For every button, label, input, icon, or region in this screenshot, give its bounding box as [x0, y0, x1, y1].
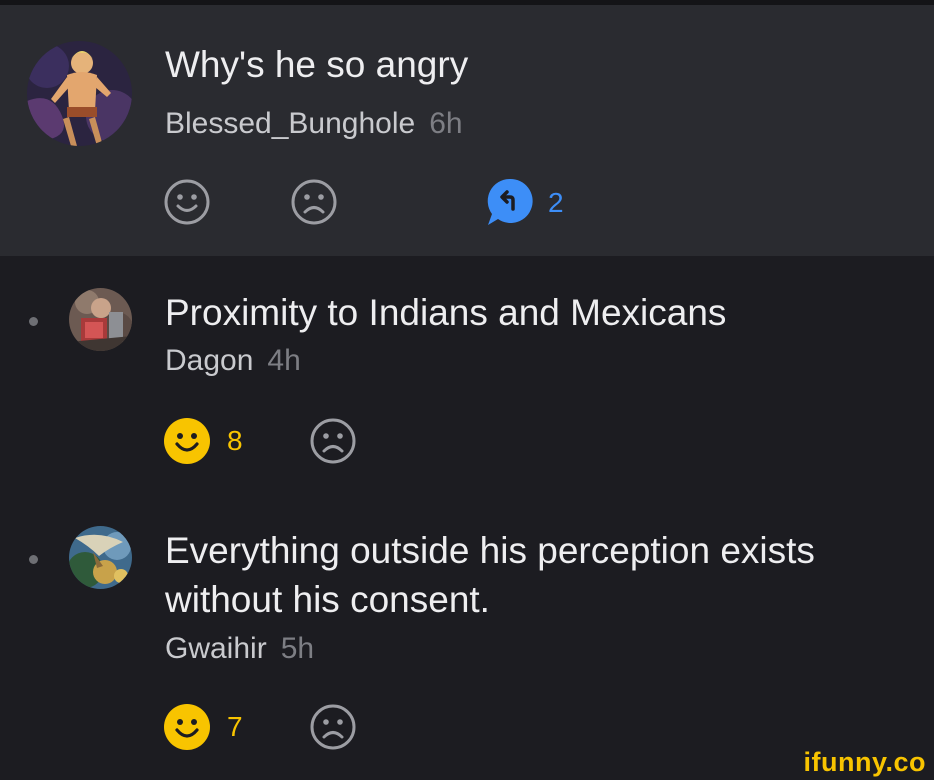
username[interactable]: Blessed_Bunghole: [165, 107, 415, 140]
timestamp: 5h: [280, 632, 315, 665]
timestamp: 6h: [429, 107, 463, 140]
parent-comment: Why's he so angry Blessed_Bunghole 6h 2: [0, 5, 934, 256]
unsmile-icon[interactable]: [309, 703, 357, 756]
username[interactable]: Gwaihir: [165, 632, 267, 665]
timestamp: 4h: [267, 344, 301, 377]
smile-count: 8: [227, 425, 243, 456]
comment-text: Proximity to Indians and Mexicans: [165, 292, 727, 333]
reply-bullet: [29, 555, 38, 564]
reply-count: 2: [548, 187, 564, 218]
watermark: ifunny.co: [803, 747, 926, 777]
smile-icon[interactable]: [163, 178, 211, 231]
comment-meta: Gwaihir 5h: [165, 631, 314, 667]
comment-meta: Dagon 4h: [165, 343, 301, 379]
smile-icon[interactable]: [163, 417, 211, 470]
comment-meta: Blessed_Bunghole 6h: [165, 106, 463, 142]
smile-icon[interactable]: [163, 703, 211, 756]
reply-bullet: [29, 317, 38, 326]
unsmile-icon[interactable]: [309, 417, 357, 470]
avatar[interactable]: [69, 526, 132, 589]
reply-icon[interactable]: [484, 176, 536, 233]
avatar[interactable]: [27, 41, 132, 146]
username[interactable]: Dagon: [165, 344, 253, 377]
avatar[interactable]: [69, 288, 132, 351]
comment-text: Why's he so angry: [165, 44, 469, 85]
smile-count: 7: [227, 711, 243, 742]
unsmile-icon[interactable]: [290, 178, 338, 231]
comment-text: Everything outside his perception exists: [165, 530, 815, 571]
comment-text: without his consent.: [165, 579, 490, 620]
